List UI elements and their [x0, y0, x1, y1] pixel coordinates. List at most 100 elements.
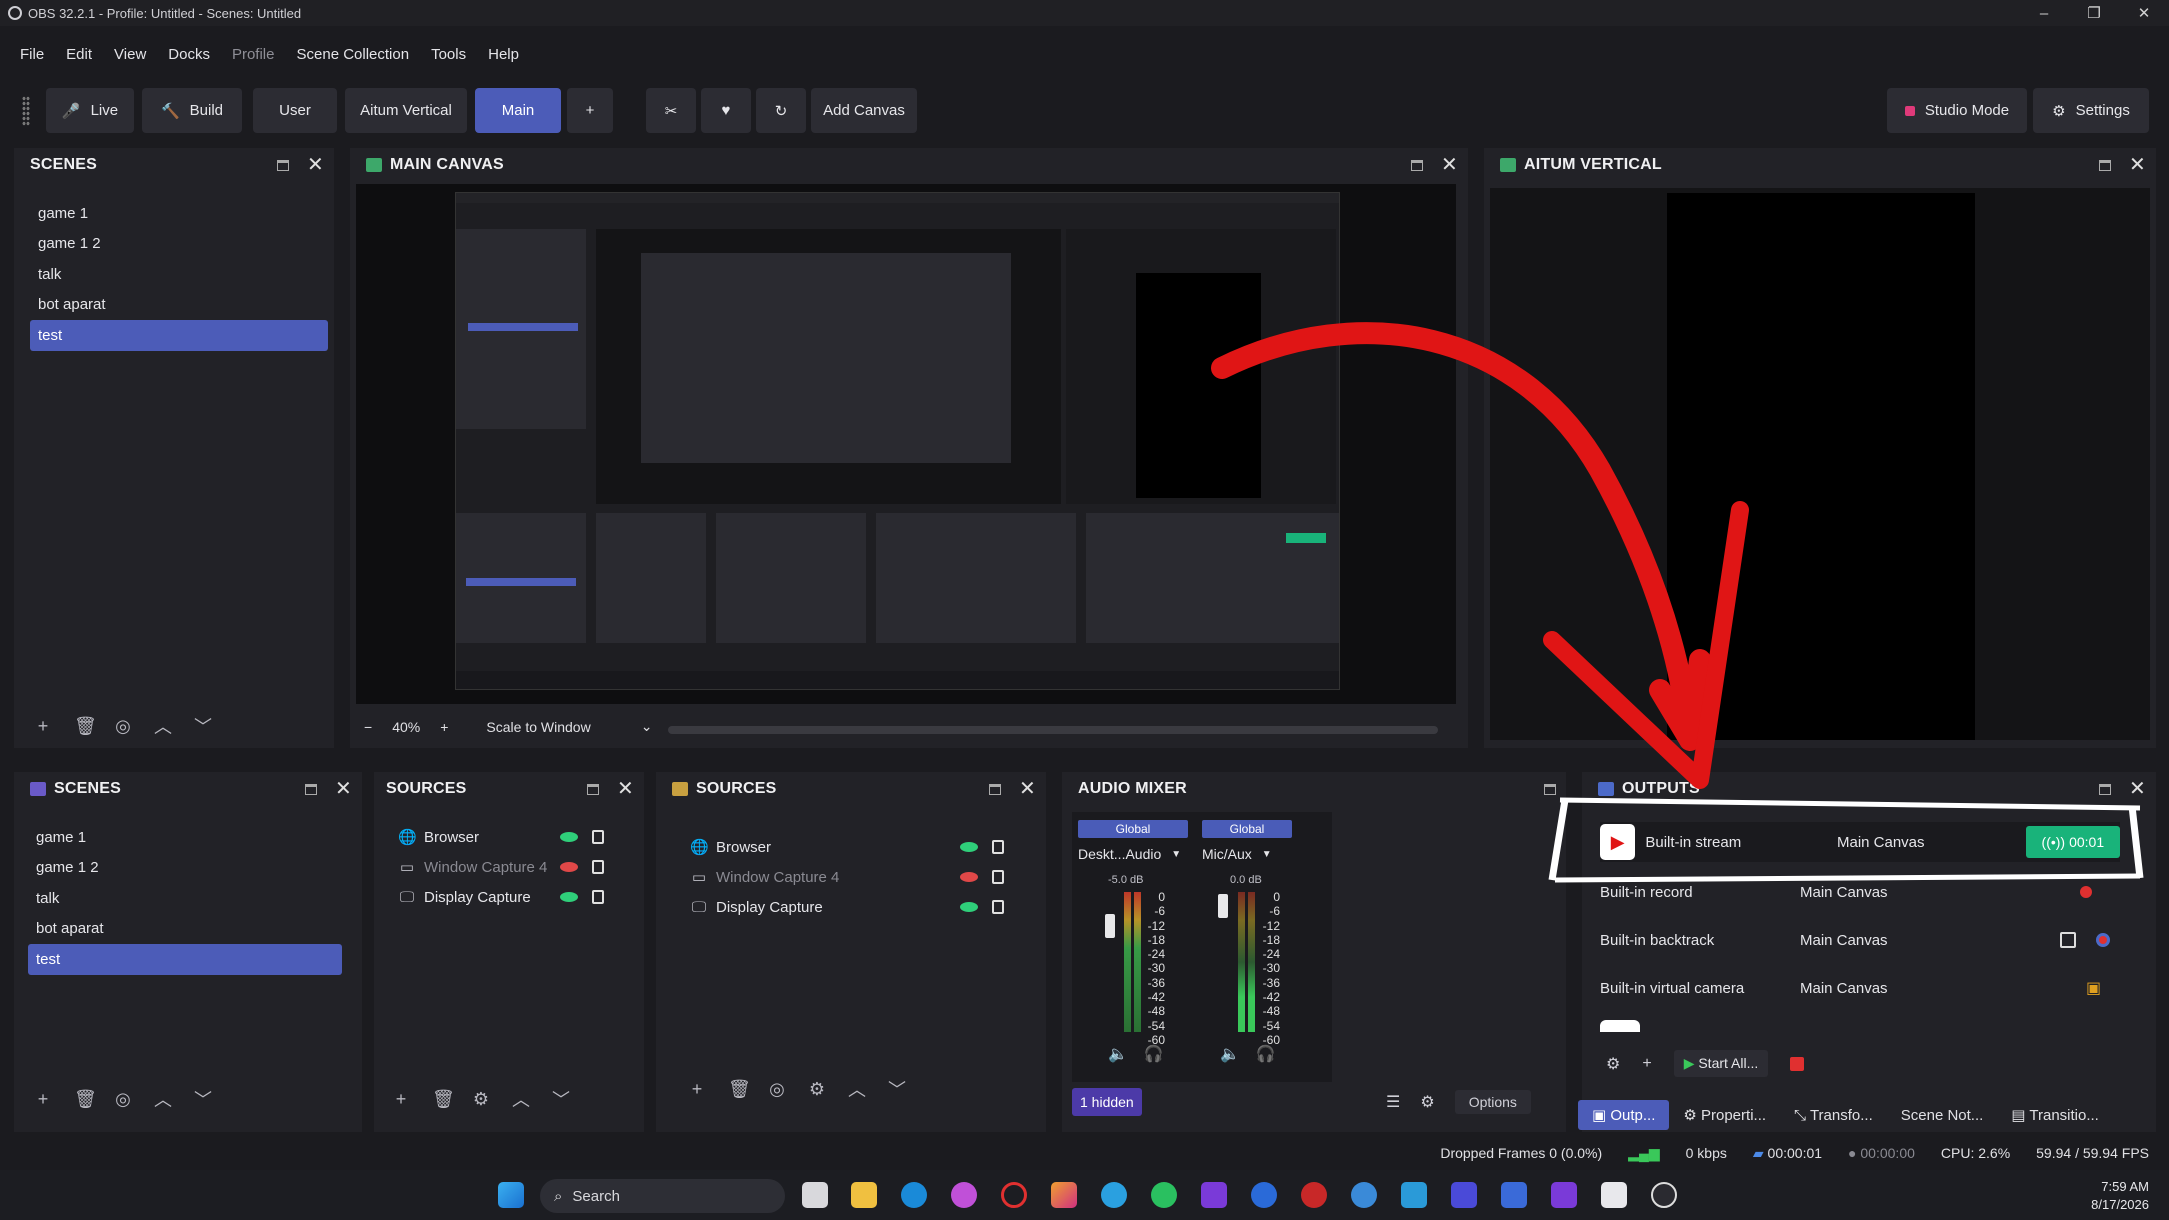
scene-item-selected[interactable]: test: [28, 944, 342, 975]
main-button[interactable]: Main: [475, 88, 561, 133]
mixer-filters-icon[interactable]: ☰: [1386, 1092, 1400, 1112]
camera-icon[interactable]: ▣: [2086, 978, 2101, 998]
trash-icon[interactable]: 🗑: [728, 1079, 751, 1100]
scene-item-selected[interactable]: test: [30, 320, 328, 351]
tab-transform[interactable]: ⤡ Transfo...: [1780, 1101, 1887, 1130]
close-icon[interactable]: ✕: [617, 779, 634, 799]
gear-icon[interactable]: ⚙: [1420, 1092, 1434, 1112]
eye-icon[interactable]: [960, 842, 978, 852]
build-button[interactable]: 🔨 Build: [142, 88, 242, 133]
chart-app-icon[interactable]: [1501, 1182, 1527, 1208]
scene-item[interactable]: talk: [30, 259, 328, 290]
eye-icon[interactable]: [560, 892, 578, 902]
float-icon[interactable]: [1411, 159, 1424, 171]
minimize-icon[interactable]: –: [2019, 0, 2069, 26]
source-item[interactable]: 🌐 Browser: [690, 832, 1038, 862]
copilot-icon[interactable]: [951, 1182, 977, 1208]
whatsapp-icon[interactable]: [1151, 1182, 1177, 1208]
add-icon[interactable]: +: [392, 1089, 410, 1110]
aitum-vertical-button[interactable]: Aitum Vertical: [345, 88, 467, 133]
move-down-icon[interactable]: ﹀: [552, 1086, 570, 1112]
tab-transitions[interactable]: ▤ Transitio...: [1997, 1100, 2113, 1130]
output-row-virtual-camera[interactable]: Built-in virtual camera Main Canvas ▣: [1600, 968, 2120, 1008]
output-row-record[interactable]: Built-in record Main Canvas: [1600, 872, 2120, 912]
zoom-icon[interactable]: [1251, 1182, 1277, 1208]
global-button[interactable]: Global: [1202, 820, 1292, 838]
headphones-icon[interactable]: 🎧: [1256, 1044, 1276, 1064]
trash-icon[interactable]: 🗑: [432, 1089, 455, 1110]
float-icon[interactable]: [587, 783, 600, 795]
telegram-icon[interactable]: [1101, 1182, 1127, 1208]
obs-taskbar-icon[interactable]: [1651, 1182, 1677, 1208]
tab-outputs[interactable]: ▣ Outp...: [1578, 1100, 1670, 1130]
gear-icon[interactable]: ⚙: [1606, 1054, 1620, 1074]
menu-file[interactable]: File: [20, 46, 44, 63]
vscode-icon[interactable]: [1551, 1182, 1577, 1208]
task-view-icon[interactable]: [802, 1182, 828, 1208]
tab-properties[interactable]: ⚙ Properti...: [1669, 1100, 1780, 1130]
volume-fader[interactable]: [1105, 914, 1115, 938]
taskbar-search[interactable]: ⌕ Search: [540, 1179, 785, 1213]
global-button[interactable]: Global: [1078, 820, 1188, 838]
scene-item[interactable]: game 1: [28, 822, 342, 853]
menu-help[interactable]: Help: [488, 46, 519, 63]
close-icon[interactable]: ✕: [2129, 779, 2146, 799]
tab-scene-notes[interactable]: Scene Not...: [1887, 1101, 1998, 1130]
user-button[interactable]: User: [253, 88, 337, 133]
move-down-icon[interactable]: ﹀: [194, 713, 212, 739]
add-icon[interactable]: +: [688, 1079, 706, 1100]
float-icon[interactable]: [277, 159, 290, 171]
source-item[interactable]: ▭ Window Capture 4: [398, 852, 638, 882]
lock-icon[interactable]: [992, 900, 1004, 914]
tools-button[interactable]: ✂: [646, 88, 696, 133]
output-row-stream[interactable]: ▶ Built-in stream Main Canvas ((•)) 00:01: [1600, 822, 2120, 862]
volume-fader[interactable]: [1218, 894, 1228, 918]
stop-all-button[interactable]: [1790, 1056, 1805, 1071]
filter-icon[interactable]: ◎: [768, 1079, 786, 1100]
float-icon[interactable]: [1544, 783, 1556, 795]
options-button[interactable]: Options: [1454, 1090, 1531, 1114]
refresh-button[interactable]: ↻: [756, 88, 806, 133]
hidden-sources-badge[interactable]: 1 hidden: [1072, 1088, 1142, 1116]
eye-hidden-icon[interactable]: [960, 872, 978, 882]
speaker-icon[interactable]: 🔈: [1220, 1044, 1240, 1064]
scene-item[interactable]: game 1 2: [28, 853, 342, 884]
red-app-icon[interactable]: [1301, 1182, 1327, 1208]
lock-icon[interactable]: [592, 890, 604, 904]
menu-docks[interactable]: Docks: [168, 46, 210, 63]
close-icon[interactable]: ✕: [1441, 155, 1458, 175]
move-down-icon[interactable]: ﹀: [194, 1086, 212, 1112]
menu-scene-collection[interactable]: Scene Collection: [297, 46, 410, 63]
scene-item[interactable]: talk: [28, 883, 342, 914]
edge-icon[interactable]: [901, 1182, 927, 1208]
move-up-icon[interactable]: ︿: [154, 713, 172, 739]
close-icon[interactable]: ✕: [2119, 0, 2169, 26]
app-icon[interactable]: [1601, 1182, 1627, 1208]
speaker-icon[interactable]: 🔈: [1108, 1044, 1128, 1064]
move-up-icon[interactable]: ︿: [848, 1076, 866, 1102]
app-icon[interactable]: [1451, 1182, 1477, 1208]
menu-view[interactable]: View: [114, 46, 146, 63]
lock-icon[interactable]: [592, 860, 604, 874]
menu-tools[interactable]: Tools: [431, 46, 466, 63]
favorite-button[interactable]: ♥: [701, 88, 751, 133]
add-icon[interactable]: +: [34, 716, 52, 737]
scale-mode-select[interactable]: Scale to Window: [486, 719, 590, 735]
file-explorer-icon[interactable]: [851, 1182, 877, 1208]
move-down-icon[interactable]: ﹀: [888, 1076, 906, 1102]
chevron-down-icon[interactable]: ▼: [1262, 849, 1272, 860]
scene-item[interactable]: bot aparat: [28, 914, 342, 945]
add-icon[interactable]: +: [34, 1089, 52, 1110]
filter-icon[interactable]: ◎: [114, 716, 132, 737]
move-up-icon[interactable]: ︿: [154, 1086, 172, 1112]
source-item[interactable]: 🖵 Display Capture: [690, 892, 1038, 922]
float-icon[interactable]: [989, 783, 1002, 795]
lock-icon[interactable]: [992, 870, 1004, 884]
add-button[interactable]: +: [567, 88, 613, 133]
headphones-icon[interactable]: 🎧: [1144, 1044, 1164, 1064]
close-icon[interactable]: ✕: [1019, 779, 1036, 799]
opera-icon[interactable]: [1001, 1182, 1027, 1208]
source-item[interactable]: 🌐 Browser: [398, 822, 638, 852]
trash-icon[interactable]: 🗑: [74, 716, 97, 737]
settings-button[interactable]: ⚙ Settings: [2033, 88, 2149, 133]
